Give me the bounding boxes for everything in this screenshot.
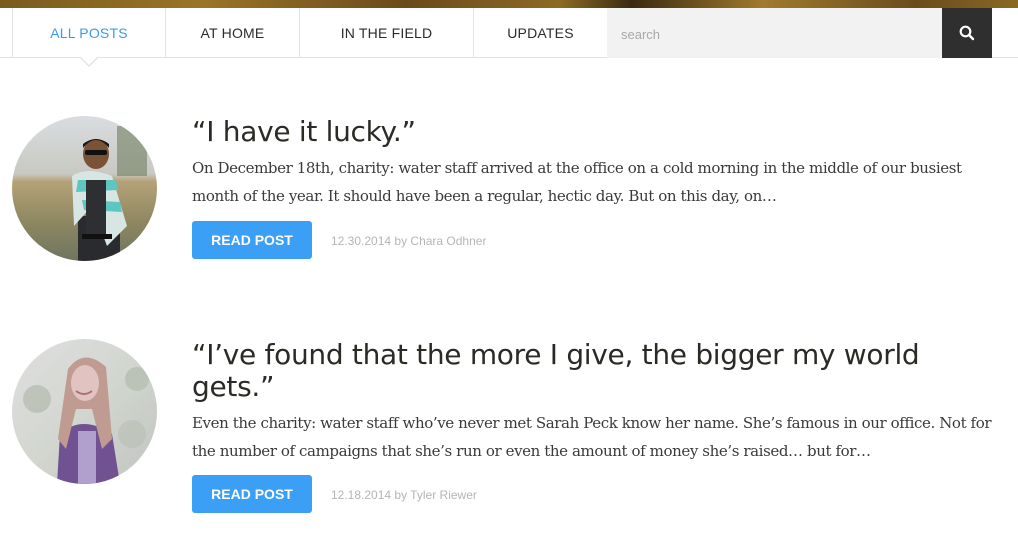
avatar-photo-man: [12, 116, 157, 261]
tab-all-posts[interactable]: ALL POSTS: [12, 8, 165, 58]
tab-in-the-field[interactable]: IN THE FIELD: [299, 8, 473, 58]
post-excerpt: Even the charity: water staff who’ve nev…: [192, 414, 992, 460]
post-meta: 12.18.2014 by Tyler Riewer: [331, 488, 477, 502]
tab-at-home[interactable]: AT HOME: [165, 8, 299, 58]
header-banner-image: [0, 0, 1018, 8]
post-title[interactable]: “I’ve found that the more I give, the bi…: [192, 339, 992, 403]
search-input[interactable]: [607, 8, 942, 58]
post-avatar[interactable]: [12, 339, 157, 484]
avatar-photo-woman: [12, 339, 157, 484]
tab-updates[interactable]: UPDATES: [473, 8, 607, 58]
read-post-button[interactable]: READ POST: [192, 475, 312, 513]
search-icon: [959, 25, 975, 41]
post-excerpt: On December 18th, charity: water staff a…: [192, 159, 962, 205]
active-tab-indicator: [80, 57, 98, 67]
post-title[interactable]: “I have it lucky.”: [192, 116, 992, 148]
post-avatar[interactable]: [12, 116, 157, 261]
search-button[interactable]: [942, 8, 992, 58]
category-nav: ALL POSTS AT HOME IN THE FIELD UPDATES: [0, 8, 1018, 67]
post-meta: 12.30.2014 by Chara Odhner: [331, 234, 487, 248]
read-post-button[interactable]: READ POST: [192, 221, 312, 259]
